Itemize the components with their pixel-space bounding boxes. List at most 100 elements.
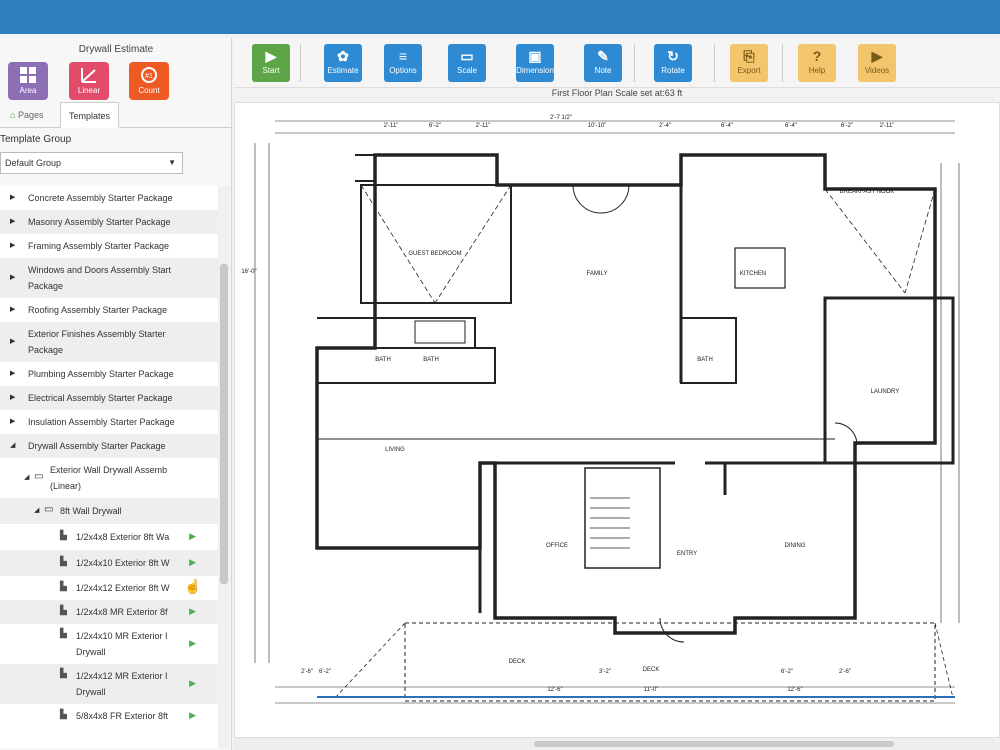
collapsed-arrow-icon[interactable]: ▶ [10,417,15,425]
template-label: Electrical Assembly Starter Package [28,393,173,403]
template-package[interactable]: ▶ Electrical Assembly Starter Package [0,386,218,410]
panel-tabs: ⌂ Pages Templates [0,102,232,128]
template-package[interactable]: ▶ Windows and Doors Assembly Start Package [0,258,218,298]
template-label: 1/2x4x8 Exterior 8ft Wa [76,532,170,542]
template-group-value: Default Group [5,158,62,168]
room-label: LAUNDRY [871,389,900,395]
folder-icon: ▭ [34,471,44,482]
template-item[interactable]: ▙ ▶ 1/2x4x10 Exterior 8ft W [0,550,218,576]
scale-button[interactable]: ▭ Scale [448,44,486,82]
template-item[interactable]: ▙ ▶ 1/2x4x8 Exterior 8ft Wa [0,524,218,550]
template-folder[interactable]: ◢ ▭ 8ft Wall Drywall [0,498,218,524]
toolbar-separator [782,44,783,82]
play-icon[interactable]: ▶ [189,638,196,649]
count-mode-button[interactable]: #1 Count [129,62,169,100]
play-icon[interactable]: ▶ [189,557,196,568]
scale-button-label: Scale [456,66,477,75]
app-header-bar [0,0,1000,34]
template-package[interactable]: ◢ Drywall Assembly Starter Package [0,434,218,458]
main-toolbar: ▶ Start ✿ Estimate ≡ Options ▭ Scale ▣ Dimension ✎… [234,38,1000,88]
template-item[interactable]: ▙ ▶ 5/8x4x8 FR Exterior 8ft [0,704,218,728]
template-package[interactable]: ▶ Exterior Finishes Assembly Starter Packa… [0,322,218,362]
canvas-horizontal-scrollbar[interactable] [234,738,1000,750]
template-package[interactable]: ▶ Plumbing Assembly Starter Package [0,362,218,386]
expanded-arrow-icon[interactable]: ◢ [24,473,29,481]
template-package[interactable]: ▶ Roofing Assembly Starter Package [0,298,218,322]
expanded-arrow-icon[interactable]: ◢ [10,441,15,449]
dimension-button-label: Dimension [516,66,554,75]
template-package[interactable]: ▶ Masonry Assembly Starter Package [0,210,218,234]
template-item[interactable]: ▙ ▶ 1/2x4x10 MR Exterior I Drywall [0,624,218,664]
template-label: Framing Assembly Starter Package [28,241,170,251]
template-package[interactable]: ▶ Framing Assembly Starter Package [0,234,218,258]
linear-template-icon: ▙ [60,581,67,591]
template-group-select[interactable]: Default Group ▼ [0,152,183,174]
dimension-label: 2'-6" [301,669,313,675]
note-button-label: Note [594,66,612,75]
collapsed-arrow-icon[interactable]: ▶ [10,193,15,201]
rotate-button[interactable]: ↻ Rotate [654,44,692,82]
template-label: Plumbing Assembly Starter Package [28,369,174,379]
linear-template-icon: ▙ [60,668,67,678]
floor-plan-canvas[interactable]: GUEST BEDROOM FAMILY KITCHEN BREAKFAST NOOK… [234,102,1000,738]
videos-button-label: Videos [864,66,890,75]
dimension-label: 3'-2" [599,669,611,675]
linear-template-icon: ▙ [60,530,67,540]
expanded-arrow-icon[interactable]: ◢ [34,506,39,514]
dimension-label: 2'-11" [880,123,895,129]
rotate-icon: ↻ [667,48,679,64]
area-mode-button[interactable]: Area [8,62,48,100]
dimension-label: 2'-11" [476,123,491,129]
collapsed-arrow-icon[interactable]: ▶ [10,273,15,281]
dimension-label: 11'-0" [644,687,659,693]
collapsed-arrow-icon[interactable]: ▶ [10,305,15,313]
estimate-button[interactable]: ✿ Estimate [324,44,362,82]
videos-button[interactable]: ▶ Videos [858,44,896,82]
export-button-label: Export [737,66,761,75]
template-package[interactable]: ▶ Concrete Assembly Starter Package [0,186,218,210]
play-icon[interactable]: ▶ [189,606,196,617]
tab-templates-label: Templates [69,111,111,121]
template-label: 1/2x4x8 MR Exterior 8f [76,607,168,617]
template-label: Windows and Doors Assembly Start Package [28,265,172,291]
collapsed-arrow-icon[interactable]: ▶ [10,217,15,225]
tab-pages-label: Pages [17,110,44,120]
collapsed-arrow-icon[interactable]: ▶ [10,337,15,345]
export-button[interactable]: ⎘ Export [730,44,768,82]
template-item[interactable]: ▙ ▶ 1/2x4x12 MR Exterior I Drywall [0,664,218,704]
tree-scroll-thumb[interactable] [220,264,228,584]
room-label: DECK [643,667,660,673]
room-label: BATH [423,357,439,363]
template-label: Insulation Assembly Starter Package [28,417,175,427]
estimate-panel: Drywall Estimate Area Linear #1 Count ⌂ … [0,38,232,750]
template-group-label: Template Group [0,134,72,145]
dimension-label: 6'-2" [841,123,853,129]
template-folder[interactable]: ◢ ▭ Exterior Wall Drywall Assemb (Linear) [0,458,218,498]
tab-templates[interactable]: Templates [60,102,120,128]
folder-icon: ▭ [44,504,54,515]
dimension-label: 6'-2" [781,669,793,675]
template-item[interactable]: ▙ ▶ 1/2x4x8 MR Exterior 8f [0,600,218,624]
floor-plan-drawing[interactable]: GUEST BEDROOM FAMILY KITCHEN BREAKFAST NOOK… [235,103,1000,738]
home-icon: ⌂ [10,110,16,120]
dimension-button[interactable]: ▣ Dimension [516,44,554,82]
start-button[interactable]: ▶ Start [252,44,290,82]
template-package[interactable]: ▶ Insulation Assembly Starter Package [0,410,218,434]
play-icon[interactable]: ▶ [189,531,196,542]
collapsed-arrow-icon[interactable]: ▶ [10,369,15,377]
play-icon[interactable]: ▶ [189,710,196,721]
canvas-scroll-thumb[interactable] [534,741,894,747]
template-label: 8ft Wall Drywall [60,506,122,516]
collapsed-arrow-icon[interactable]: ▶ [10,241,15,249]
linear-mode-button[interactable]: Linear [69,62,109,100]
dimension-label: 6'-2" [319,669,331,675]
play-icon[interactable]: ▶ [189,678,196,689]
collapsed-arrow-icon[interactable]: ▶ [10,393,15,401]
help-button[interactable]: ? Help [798,44,836,82]
tab-pages[interactable]: ⌂ Pages [2,102,51,128]
options-button[interactable]: ≡ Options [384,44,422,82]
toolbar-separator [714,44,715,82]
area-icon [20,67,36,83]
tree-scrollbar[interactable] [218,186,230,748]
note-button[interactable]: ✎ Note [584,44,622,82]
